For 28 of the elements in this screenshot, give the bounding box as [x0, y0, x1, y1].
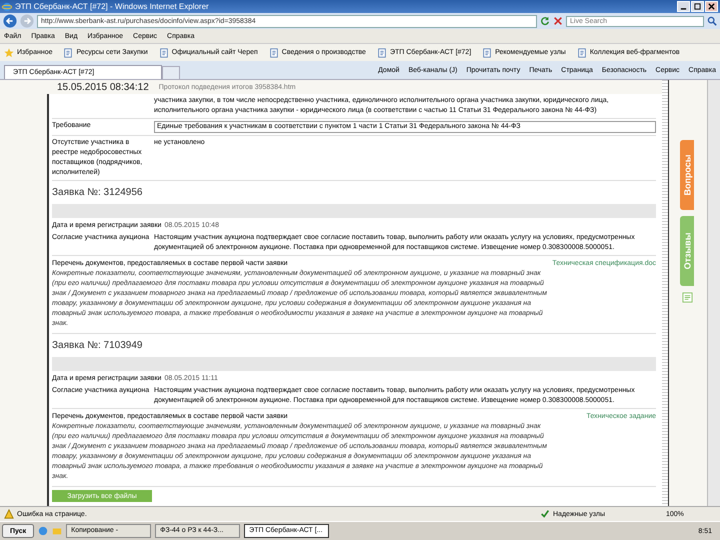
page-icon [63, 48, 74, 58]
scrollbar[interactable] [707, 80, 720, 506]
close-button[interactable] [705, 1, 718, 12]
browser-icon[interactable] [38, 526, 48, 536]
page-icon [268, 48, 279, 58]
new-tab-button[interactable] [162, 66, 180, 79]
maximize-icon [694, 3, 701, 10]
back-button[interactable] [3, 14, 17, 28]
refresh-icon[interactable] [540, 16, 550, 26]
document-icon[interactable] [682, 292, 692, 303]
maximize-button[interactable] [691, 1, 704, 12]
page-icon [576, 48, 587, 58]
window-title: ЭТП Сбербанк-АСТ [#72] - Windows Internet Explorer [15, 2, 210, 11]
page-icon [376, 48, 387, 58]
page-icon [482, 48, 492, 58]
star-icon[interactable] [4, 48, 14, 58]
stop-icon[interactable] [553, 16, 563, 26]
check-icon [540, 509, 550, 519]
browser-icon [2, 2, 12, 12]
scrollbar[interactable] [662, 80, 669, 506]
page-date: 15.05.2015 08:34:12 [57, 82, 149, 92]
search-icon[interactable] [707, 16, 717, 26]
close-icon [708, 3, 715, 10]
minimize-button[interactable] [677, 1, 690, 12]
warning-icon [4, 509, 14, 519]
application-number: Заявка №: 7103949 [52, 339, 144, 353]
page-icon [158, 48, 169, 58]
application-number: Заявка №: 3124956 [52, 186, 144, 200]
